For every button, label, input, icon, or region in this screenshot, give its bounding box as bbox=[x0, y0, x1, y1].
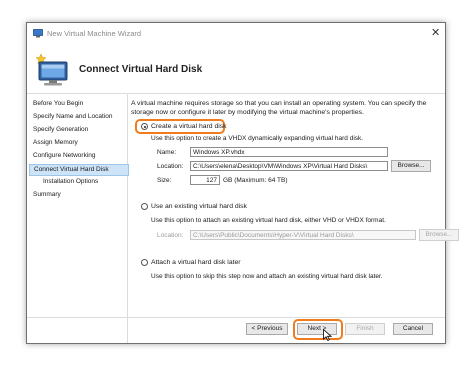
vhd-location-input[interactable]: C:\Users\elena\Desktop\VM\Windows XP\Vir… bbox=[190, 161, 388, 171]
wizard-window: New Virtual Machine Wizard ✕ Connect Vir… bbox=[26, 22, 459, 344]
finish-button[interactable]: Finish bbox=[345, 323, 385, 335]
size-label: Size: bbox=[157, 177, 172, 184]
previous-button[interactable]: < Previous bbox=[246, 323, 288, 335]
nav-item-before-you-begin[interactable]: Before You Begin bbox=[33, 99, 83, 109]
wizard-step-nav: Before You Begin Specify Name and Locati… bbox=[27, 94, 129, 343]
nav-item-configure-networking[interactable]: Configure Networking bbox=[33, 151, 96, 161]
attach-later-label[interactable]: Attach a virtual hard disk later bbox=[151, 259, 241, 266]
nav-item-specify-generation[interactable]: Specify Generation bbox=[33, 125, 88, 135]
mouse-cursor-icon bbox=[323, 329, 332, 341]
existing-location-input[interactable]: C:\Users\Public\Documents\Hyper-V\Virtua… bbox=[190, 230, 416, 240]
nav-item-connect-vhd[interactable]: Connect Virtual Hard Disk bbox=[29, 164, 129, 176]
existing-vhd-desc: Use this option to attach an existing vi… bbox=[151, 217, 386, 224]
hyperv-app-icon bbox=[33, 29, 43, 38]
title-bar: New Virtual Machine Wizard ✕ bbox=[27, 23, 445, 43]
vhd-size-input[interactable]: 127 bbox=[190, 175, 220, 185]
existing-location-label: Location: bbox=[157, 232, 184, 239]
vhd-name-input[interactable]: Windows XP.vhdx bbox=[190, 147, 388, 157]
nav-item-summary[interactable]: Summary bbox=[33, 190, 61, 200]
browse-create-button[interactable]: Browse... bbox=[391, 160, 431, 172]
footer-divider bbox=[27, 317, 445, 318]
existing-vhd-radio[interactable] bbox=[141, 203, 148, 210]
name-label: Name: bbox=[157, 149, 177, 156]
browse-existing-button[interactable]: Browse... bbox=[419, 229, 459, 241]
location-label: Location: bbox=[157, 163, 184, 170]
new-vm-monitor-icon bbox=[35, 53, 68, 86]
window-title: New Virtual Machine Wizard bbox=[47, 29, 142, 38]
create-vhd-label[interactable]: Create a virtual hard disk bbox=[151, 123, 227, 130]
nav-item-installation-options[interactable]: Installation Options bbox=[43, 177, 98, 187]
size-suffix: GB (Maximum: 64 TB) bbox=[223, 177, 288, 184]
nav-item-assign-memory[interactable]: Assign Memory bbox=[33, 138, 78, 148]
close-icon[interactable]: ✕ bbox=[431, 26, 440, 39]
attach-later-radio[interactable] bbox=[141, 259, 148, 266]
existing-vhd-label[interactable]: Use an existing virtual hard disk bbox=[151, 203, 247, 210]
intro-text: A virtual machine requires storage so th… bbox=[131, 100, 427, 116]
page-title: Connect Virtual Hard Disk bbox=[79, 64, 203, 75]
cancel-button[interactable]: Cancel bbox=[393, 323, 433, 335]
create-vhd-desc: Use this option to create a VHDX dynamic… bbox=[151, 135, 364, 142]
create-vhd-radio[interactable] bbox=[141, 123, 148, 130]
nav-item-specify-name[interactable]: Specify Name and Location bbox=[33, 112, 113, 122]
attach-later-desc: Use this option to skip this step now an… bbox=[151, 273, 383, 280]
